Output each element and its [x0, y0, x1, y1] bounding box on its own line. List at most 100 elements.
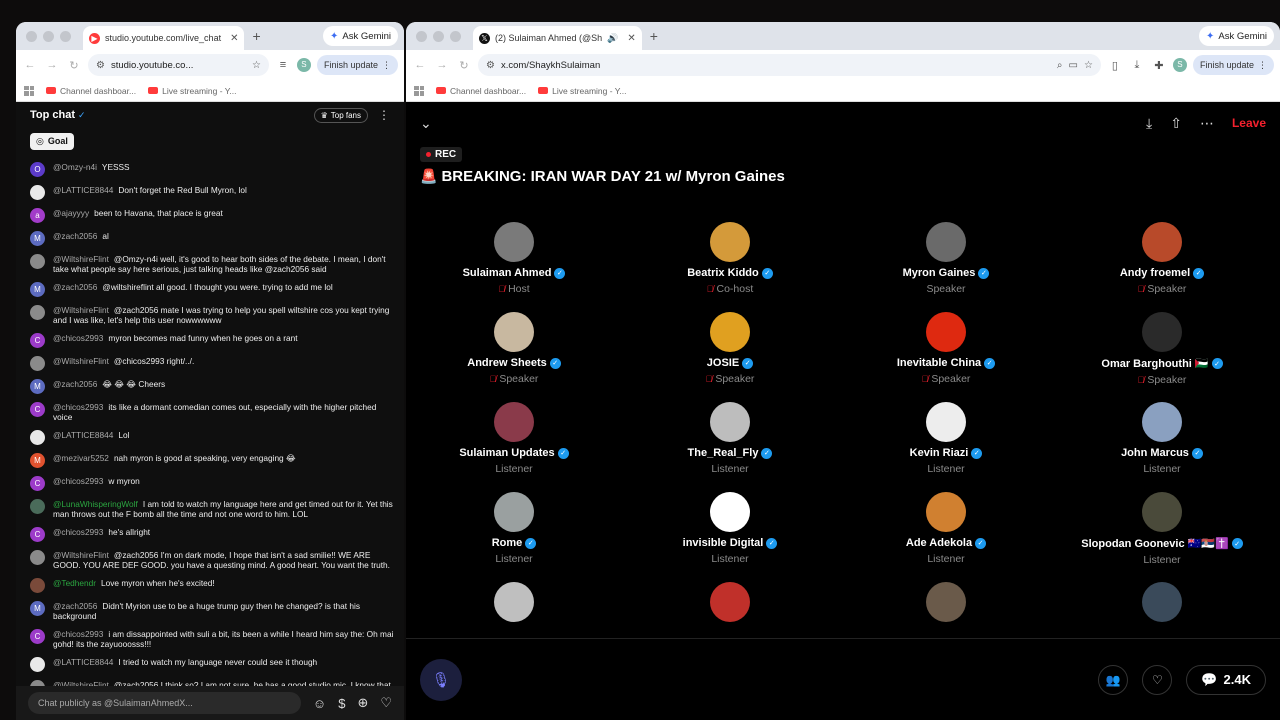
- back-icon[interactable]: ←: [412, 59, 428, 71]
- avatar[interactable]: [30, 254, 45, 269]
- more-options-icon[interactable]: ⋮: [378, 108, 390, 122]
- participant-card[interactable]: JOSIE ✓ 🎙̸ Speaker: [622, 312, 838, 394]
- avatar[interactable]: C: [30, 402, 45, 417]
- message-author[interactable]: @zach2056: [53, 379, 97, 389]
- chat-message[interactable]: @WiltshireFlint @Omzy-n4i well, it's good…: [30, 250, 396, 278]
- cast-icon[interactable]: ▭: [1069, 60, 1078, 71]
- message-author[interactable]: @zach2056: [53, 282, 97, 292]
- avatar[interactable]: [1142, 312, 1182, 352]
- participant-card[interactable]: invisible Digital ✓ Listener: [622, 492, 838, 574]
- message-author[interactable]: @chicos2993: [53, 402, 103, 412]
- avatar[interactable]: [710, 312, 750, 352]
- avatar[interactable]: [710, 222, 750, 262]
- avatar[interactable]: [30, 578, 45, 593]
- reload-icon[interactable]: ↻: [66, 59, 82, 72]
- bookmark-star-icon[interactable]: ☆: [1084, 60, 1093, 71]
- chat-message[interactable]: C @chicos2993 i am dissappointed with suli…: [30, 625, 396, 653]
- participant-card[interactable]: Beatrix Kiddo ✓ 🎙̸ Co-host: [622, 222, 838, 304]
- avatar[interactable]: [710, 402, 750, 442]
- message-author[interactable]: @chicos2993: [53, 333, 103, 343]
- avatar[interactable]: [1142, 222, 1182, 262]
- message-author[interactable]: @zach2056: [53, 601, 97, 611]
- avatar[interactable]: O: [30, 162, 45, 177]
- close-tab-icon[interactable]: ✕: [230, 33, 238, 44]
- top-chat-dropdown[interactable]: Top chat ✓: [30, 109, 86, 121]
- chat-message[interactable]: @LATTICE8844 Don't forget the Red Bull My…: [30, 181, 396, 204]
- avatar[interactable]: C: [30, 527, 45, 542]
- apps-grid-icon[interactable]: [414, 85, 424, 96]
- chat-messages[interactable]: O @Omzy-n4i YESSS @LATTICE8844 Don't forget …: [16, 158, 404, 686]
- message-author[interactable]: @WiltshireFlint: [53, 305, 109, 315]
- avatar[interactable]: [1142, 402, 1182, 442]
- avatar[interactable]: M: [30, 601, 45, 616]
- queue-icon[interactable]: ≡: [275, 59, 291, 71]
- participant-card[interactable]: Slopodan Goonevic 🇦🇺🇷🇸✝️ ✓ Listener: [1054, 492, 1270, 574]
- avatar[interactable]: [30, 499, 45, 514]
- chat-message[interactable]: M @mezivar5252 nah myron is good at speaki…: [30, 449, 396, 472]
- bookmark-star-icon[interactable]: ☆: [252, 60, 261, 71]
- message-author[interactable]: @chicos2993: [53, 476, 103, 486]
- chat-message[interactable]: M @zach2056 @wiltshireflint all good. I th…: [30, 278, 396, 301]
- emoji-icon[interactable]: ☺: [313, 696, 326, 711]
- avatar[interactable]: [30, 550, 45, 565]
- apps-grid-icon[interactable]: [24, 85, 34, 96]
- participant-card[interactable]: Inevitable China ✓ 🎙̸ Speaker: [838, 312, 1054, 394]
- message-author[interactable]: @LATTICE8844: [53, 185, 113, 195]
- chat-message[interactable]: C @chicos2993 myron becomes mad funny when…: [30, 329, 396, 352]
- reload-icon[interactable]: ↻: [456, 59, 472, 72]
- download-icon[interactable]: ⤓: [1129, 59, 1145, 72]
- back-icon[interactable]: ←: [22, 59, 38, 71]
- participant-card[interactable]: Kevin Riazi ✓ Listener: [838, 402, 1054, 484]
- chat-message[interactable]: @LATTICE8844 Lol: [30, 426, 396, 449]
- add-icon[interactable]: ⊕: [357, 695, 368, 711]
- participant-card[interactable]: Sulaiman Ahmed ✓ 🎙̸ Host: [406, 222, 622, 304]
- message-author[interactable]: @Omzy-n4i: [53, 162, 97, 172]
- browser-tab[interactable]: ▶ studio.youtube.com/live_chat ✕: [83, 26, 245, 50]
- chat-message[interactable]: @LATTICE8844 I tried to watch my language…: [30, 653, 396, 676]
- avatar[interactable]: [30, 185, 45, 200]
- avatar[interactable]: [30, 430, 45, 445]
- forward-icon[interactable]: →: [434, 59, 450, 71]
- participant-card[interactable]: Sulaiman Updates ✓ Listener: [406, 402, 622, 484]
- heart-icon[interactable]: ♡: [380, 695, 392, 711]
- message-author[interactable]: @chicos2993: [53, 629, 103, 639]
- browser-tab[interactable]: 𝕏 (2) Sulaiman Ahmed (@Sh 🔊 ✕: [473, 26, 642, 50]
- share-icon[interactable]: ⇧: [1170, 115, 1182, 132]
- people-icon[interactable]: 👥: [1098, 664, 1129, 695]
- avatar[interactable]: [1142, 492, 1182, 532]
- finish-update-button[interactable]: Finish update ⋮: [1192, 55, 1274, 75]
- chat-message[interactable]: @Tedhendr Love myron when he's excited!: [30, 574, 396, 597]
- avatar[interactable]: [494, 222, 534, 262]
- minimize-icon[interactable]: ⤓: [1146, 115, 1152, 132]
- message-author[interactable]: @LATTICE8844: [53, 657, 113, 667]
- avatar[interactable]: M: [30, 453, 45, 468]
- react-heart-icon[interactable]: ♡: [1142, 664, 1173, 695]
- avatar[interactable]: [926, 582, 966, 622]
- super-chat-icon[interactable]: $: [338, 696, 345, 711]
- sidepanel-icon[interactable]: ▯: [1107, 59, 1123, 72]
- participant-card[interactable]: Ade Adekola ✓ Listener: [838, 492, 1054, 574]
- bookmark-live-streaming[interactable]: Live streaming - Y...: [148, 86, 236, 96]
- avatar[interactable]: [926, 312, 966, 352]
- avatar[interactable]: C: [30, 629, 45, 644]
- avatar[interactable]: C: [30, 333, 45, 348]
- profile-avatar[interactable]: S: [296, 58, 311, 72]
- window-controls[interactable]: [406, 30, 461, 42]
- chat-message[interactable]: @WiltshireFlint @zach2056 mate I was tryi…: [30, 301, 396, 329]
- message-author[interactable]: @LATTICE8844: [53, 430, 113, 440]
- zoom-icon[interactable]: ⌕: [1057, 60, 1063, 71]
- chat-message[interactable]: @WiltshireFlint @zach2056 I think so? I a…: [30, 676, 396, 686]
- participant-card[interactable]: John Marcus ✓ Listener: [1054, 402, 1270, 484]
- microphone-icon[interactable]: 🎙: [420, 658, 462, 701]
- close-tab-icon[interactable]: ✕: [627, 33, 635, 44]
- avatar[interactable]: [926, 492, 966, 532]
- message-author[interactable]: @WiltshireFlint: [53, 356, 109, 366]
- avatar[interactable]: [926, 222, 966, 262]
- avatar[interactable]: [30, 356, 45, 371]
- avatar[interactable]: [30, 657, 45, 672]
- message-author[interactable]: @mezivar5252: [53, 453, 109, 463]
- chat-message[interactable]: C @chicos2993 its like a dormant comedian …: [30, 398, 396, 426]
- avatar[interactable]: [926, 402, 966, 442]
- avatar[interactable]: [1142, 582, 1182, 622]
- participant-card[interactable]: Rome ✓ Listener: [406, 492, 622, 574]
